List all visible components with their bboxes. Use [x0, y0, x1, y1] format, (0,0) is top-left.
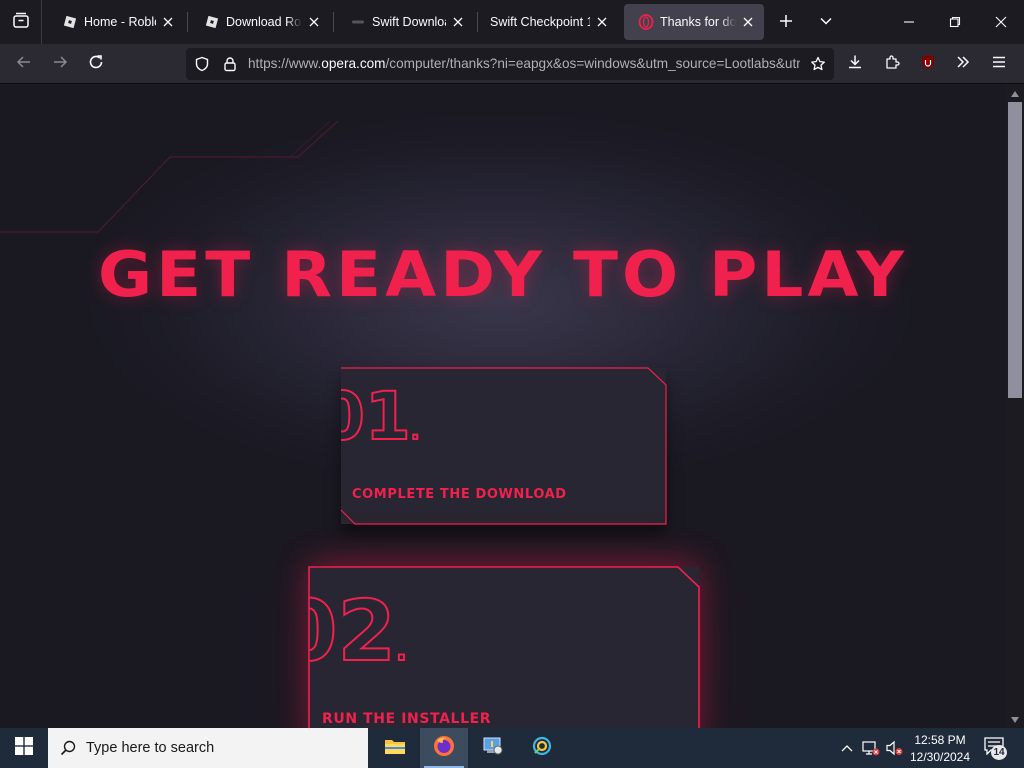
taskbar-search-box[interactable]: Type here to search [48, 728, 368, 768]
taskbar-firefox[interactable] [420, 728, 468, 768]
chevron-down-icon [819, 13, 833, 32]
new-tab-button[interactable] [770, 6, 802, 38]
url-path: /computer/thanks?ni=eapgx&os=windows&utm… [385, 56, 800, 71]
download-icon [847, 54, 863, 74]
scrollbar-thumb[interactable] [1008, 102, 1022, 398]
restore-icon [949, 13, 961, 32]
app-menu-button[interactable] [983, 48, 1015, 80]
firefox-icon [433, 735, 455, 761]
search-icon [60, 740, 76, 756]
arrow-right-icon [52, 54, 68, 74]
windows-taskbar: Type here to search 12:58 PM 12/30/2024 [0, 728, 1024, 768]
tab-download-roblox[interactable]: Download Roblox [190, 4, 330, 40]
reload-button[interactable] [80, 48, 112, 80]
network-app-icon [531, 735, 553, 761]
taskbar-file-explorer[interactable] [371, 728, 419, 768]
step-number-1: 01. [319, 378, 420, 455]
step-label-1: COMPLETE THE DOWNLOAD [352, 487, 567, 502]
extensions-button[interactable] [876, 48, 908, 80]
page-scrollbar[interactable] [1006, 85, 1024, 728]
opera-icon [638, 14, 654, 30]
url-scheme: https://www. [248, 56, 322, 71]
system-clock[interactable]: 12:58 PM 12/30/2024 [904, 730, 976, 766]
hamburger-menu-icon [991, 54, 1007, 74]
tab-swift-checkpoint[interactable]: Swift Checkpoint 1 [480, 4, 618, 40]
tab-title: Swift Checkpoint 1 [490, 15, 590, 29]
roblox-icon [204, 14, 220, 30]
minimize-icon [903, 13, 915, 32]
network-disconnected-icon[interactable] [861, 738, 881, 758]
plus-icon [779, 13, 793, 32]
circuit-line-decoration [0, 120, 339, 233]
step-number-2: 02. [309, 587, 408, 680]
volume-muted-icon[interactable] [884, 738, 904, 758]
tab-overview-icon [12, 11, 30, 33]
tab-home-roblox[interactable]: Home - Roblox [48, 4, 184, 40]
close-icon[interactable] [450, 14, 466, 30]
tracking-protection-shield-icon[interactable] [194, 56, 210, 72]
file-explorer-icon [384, 736, 406, 760]
step-card-1: 01. COMPLETE THE DOWNLOAD [319, 367, 667, 525]
tab-separator [187, 12, 188, 32]
puzzle-piece-icon [884, 54, 900, 74]
tab-title: Download Roblox [226, 15, 302, 29]
close-icon [995, 13, 1007, 32]
taskbar-control-panel[interactable] [469, 728, 517, 768]
tab-strip: Home - Roblox Download Roblox Swift Down… [0, 0, 1024, 44]
tab-title: Home - Roblox [84, 15, 156, 29]
taskbar-network-app[interactable] [518, 728, 566, 768]
url-host: opera.com [321, 56, 386, 71]
close-icon[interactable] [740, 14, 756, 30]
swift-icon [350, 14, 366, 30]
windows-logo-icon [15, 737, 33, 759]
tab-overview-button[interactable] [0, 0, 42, 44]
tab-separator [333, 12, 334, 32]
back-button[interactable] [8, 48, 40, 80]
minimize-button[interactable] [886, 0, 932, 44]
bookmark-star-icon[interactable] [810, 56, 826, 72]
restore-button[interactable] [932, 0, 978, 44]
arrow-left-icon [16, 54, 32, 74]
tab-separator [477, 12, 478, 32]
tab-title: Thanks for downloading [660, 15, 736, 29]
url-text[interactable]: https://www.opera.com/computer/thanks?ni… [248, 48, 800, 80]
close-icon[interactable] [594, 14, 610, 30]
step-label-2: RUN THE INSTALLER [322, 711, 492, 727]
reload-icon [88, 54, 104, 74]
list-all-tabs-button[interactable] [810, 6, 842, 38]
scroll-down-arrow-icon[interactable] [1009, 714, 1021, 726]
lock-icon[interactable] [222, 56, 238, 72]
chevron-up-icon[interactable] [837, 738, 857, 758]
clock-time: 12:58 PM [914, 733, 966, 747]
tab-swift-download[interactable]: Swift Download [336, 4, 474, 40]
downloads-button[interactable] [839, 48, 871, 80]
double-chevron-right-icon [955, 54, 971, 74]
ublock-origin-button[interactable] [912, 48, 944, 80]
close-window-button[interactable] [978, 0, 1024, 44]
tab-thanks-for-downloading[interactable]: Thanks for downloading [624, 4, 764, 40]
close-icon[interactable] [160, 14, 176, 30]
close-icon[interactable] [306, 14, 322, 30]
control-panel-icon [482, 735, 504, 761]
ublock-shield-icon [920, 54, 936, 74]
tab-title: Swift Download [372, 15, 446, 29]
roblox-icon [62, 14, 78, 30]
scroll-up-arrow-icon[interactable] [1009, 88, 1021, 100]
notification-center-button[interactable]: 14 [982, 736, 1012, 760]
page-content: GET READY TO PLAY 01. COMPLETE THE DOWNL… [0, 85, 1006, 728]
navigation-toolbar: https://www.opera.com/computer/thanks?ni… [0, 44, 1024, 106]
start-button[interactable] [0, 728, 48, 768]
search-placeholder: Type here to search [86, 740, 215, 756]
more-tools-button[interactable] [947, 48, 979, 80]
step-card-2: 02. RUN THE INSTALLER [308, 566, 700, 728]
clock-date: 12/30/2024 [909, 750, 971, 764]
hero-title: GET READY TO PLAY [97, 237, 909, 312]
forward-button[interactable] [44, 48, 76, 80]
url-bar[interactable]: https://www.opera.com/computer/thanks?ni… [186, 48, 834, 80]
notification-count-badge: 14 [991, 745, 1007, 760]
